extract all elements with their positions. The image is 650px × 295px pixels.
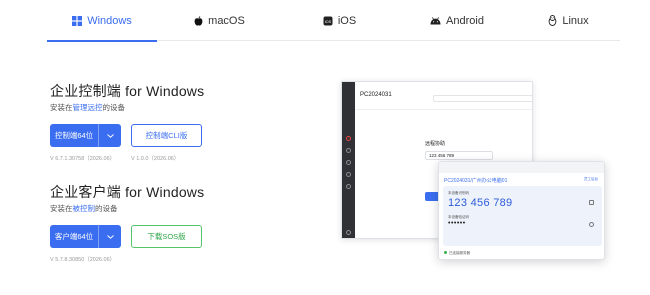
section-title: 企业客户端 for Windows (50, 184, 205, 200)
subtitle-prefix: 安装在 (50, 103, 73, 112)
version-text: V 1.0.0（2026.06） (131, 156, 180, 162)
subtitle-suffix: 的设备 (95, 204, 118, 213)
section-title: 企业控制端 for Windows (50, 83, 205, 99)
section-subtitle: 安装在被控制的设备 (50, 204, 204, 214)
platform-tabs: Windows macOS iOS iOS Android Linux (47, 0, 620, 42)
pc-id: PC2024031 (360, 92, 392, 98)
button-label: 控制端64位 (54, 131, 94, 140)
tab-label: macOS (208, 14, 245, 27)
chevron-down-icon[interactable] (99, 234, 121, 239)
subtitle-suffix: 的设备 (102, 103, 126, 112)
tab-label: Linux (562, 14, 589, 27)
android-icon (430, 16, 441, 25)
device-id-value: 123 456 789 (448, 197, 513, 209)
copy-icon (589, 200, 594, 205)
version-row: V 6.7.1.30758（2026.06） V 1.0.0（2026.06） (50, 154, 212, 162)
tab-ios[interactable]: iOS iOS (282, 0, 397, 41)
controller-64bit-button[interactable]: 控制端64位 (50, 124, 121, 147)
windows-icon (72, 15, 83, 26)
password-value: •••••• (448, 220, 466, 227)
controller-section: 企业控制端 for Windows 安装在管理远控的设备 控制端64位 控制端C… (50, 82, 212, 162)
version-text: V 5.7.8.30850（2026.06） (50, 257, 116, 263)
subtitle-prefix: 安装在 (50, 204, 73, 213)
tab-label: Windows (87, 14, 132, 27)
controller-cli-button[interactable]: 控制端CLI版 (131, 124, 202, 147)
tab-linux[interactable]: Linux (517, 0, 620, 41)
connection-status: 已连接服务器 (444, 251, 470, 256)
version-row: V 5.7.8.30850（2026.06） (50, 255, 204, 263)
chevron-down-icon[interactable] (99, 133, 121, 138)
card-titlebar (439, 162, 604, 173)
client-card: PC2024031/广州办公电脑01 员工后台 本设备识别码 123 456 7… (438, 161, 605, 260)
subtitle-link[interactable]: 管理远控 (73, 103, 103, 112)
tab-android[interactable]: Android (397, 0, 517, 41)
tab-macos[interactable]: macOS (157, 0, 282, 41)
ios-icon: iOS (323, 16, 333, 26)
version-text: V 6.7.1.30758（2026.06） (50, 156, 116, 162)
tab-label: iOS (337, 14, 357, 27)
card-admin-link: 员工后台 (584, 177, 598, 181)
app-header: PC2024031 (355, 82, 532, 110)
subtitle-link[interactable]: 被控制 (73, 204, 96, 213)
svg-text:iOS: iOS (325, 19, 332, 23)
tab-label: Android (446, 14, 484, 27)
app-sidebar (342, 82, 355, 238)
remote-id-input: 123 456 789 (425, 151, 493, 160)
apple-icon (194, 15, 203, 26)
status-text: 已连接服务器 (449, 251, 470, 255)
client-64bit-button[interactable]: 客户端64位 (50, 225, 121, 248)
app-search-box (433, 95, 532, 102)
tab-windows[interactable]: Windows (47, 0, 157, 42)
device-id-label: 本设备识别码 (448, 191, 469, 195)
button-label: 客户端64位 (54, 232, 94, 241)
refresh-icon (589, 222, 594, 227)
client-section: 企业客户端 for Windows 安装在被控制的设备 客户端64位 下载SOS… (50, 183, 204, 263)
download-sos-button[interactable]: 下载SOS版 (131, 225, 202, 248)
card-id-panel: 本设备识别码 123 456 789 本设备验证码 •••••• (443, 186, 602, 246)
download-page: Windows macOS iOS iOS Android Linux 企业控制… (0, 0, 650, 295)
remote-assist-title: 远程协助 (425, 141, 446, 147)
linux-icon (548, 15, 557, 26)
section-subtitle: 安装在管理远控的设备 (50, 103, 212, 113)
card-pc-name: PC2024031/广州办公电脑01 (444, 178, 508, 184)
